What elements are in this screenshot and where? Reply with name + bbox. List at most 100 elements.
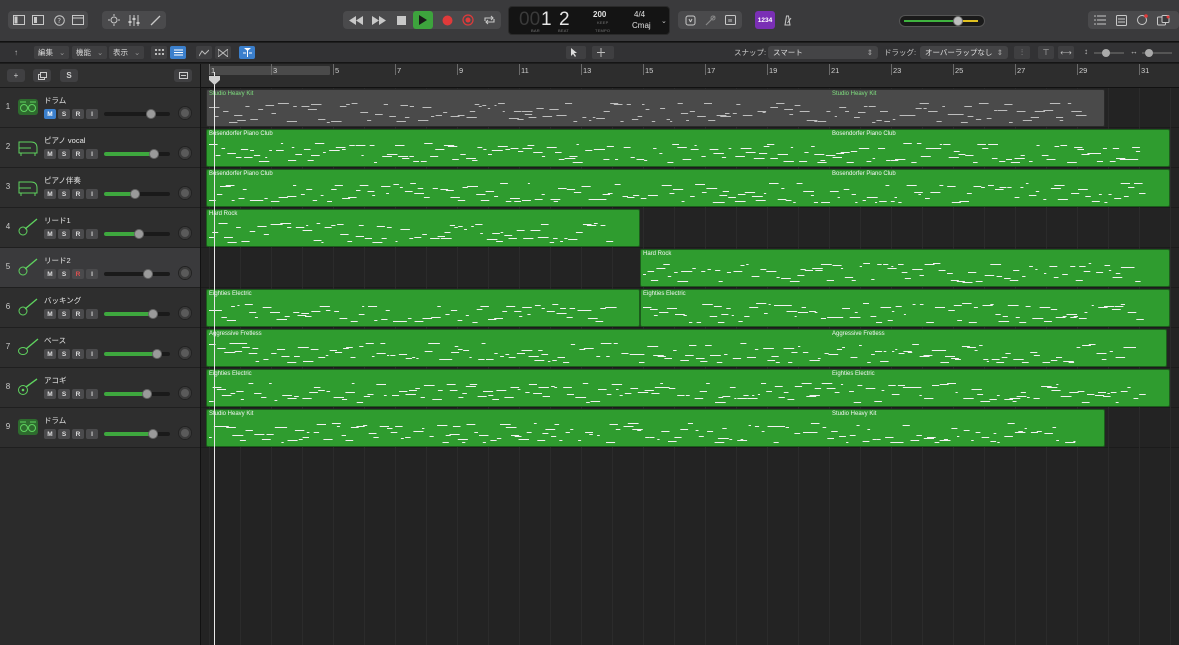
solo-button[interactable]: S — [58, 109, 70, 119]
track-name[interactable]: バッキング — [44, 295, 81, 306]
chevron-down-icon[interactable]: ⌄ — [661, 17, 667, 25]
track-header[interactable]: 2 ピアノ vocal M S R I — [0, 128, 200, 168]
mixer-icon[interactable] — [124, 11, 144, 29]
edit-menu[interactable]: 編集 ⌄ — [34, 46, 70, 59]
midi-region[interactable]: Eighties Electric Eighties Electric — [206, 369, 1171, 407]
grid-view-icon[interactable] — [151, 46, 167, 59]
acoustic-guitar-icon[interactable] — [16, 374, 40, 400]
pan-knob[interactable] — [178, 426, 192, 440]
midi-region[interactable]: Studio Heavy Kit Studio Heavy Kit — [206, 89, 1105, 127]
mute-button[interactable]: M — [44, 229, 56, 239]
fast-forward-icon[interactable] — [369, 11, 389, 29]
count-in-badge[interactable]: 1234 — [755, 11, 775, 29]
solo-button[interactable]: S — [58, 269, 70, 279]
midi-region[interactable]: Bosendorfer Piano Club Bosendorfer Piano … — [206, 129, 1171, 167]
record-enable-button[interactable]: R — [72, 229, 84, 239]
up-arrow-icon[interactable]: ↑ — [8, 46, 24, 59]
rewind-icon[interactable] — [346, 11, 366, 29]
flex-icon[interactable] — [215, 46, 231, 59]
loop-browser-icon[interactable] — [1132, 11, 1152, 29]
count-in-icon[interactable] — [680, 11, 700, 29]
track-name[interactable]: リード1 — [44, 215, 71, 226]
volume-fader[interactable] — [102, 189, 172, 199]
record-enable-button[interactable]: R — [72, 309, 84, 319]
catch-playhead-icon[interactable] — [239, 46, 255, 59]
replace-record-icon[interactable] — [458, 11, 478, 29]
stop-icon[interactable] — [391, 11, 411, 29]
list-view-icon[interactable] — [170, 46, 186, 59]
snap-select[interactable]: スマート ⇕ — [768, 46, 878, 59]
record-icon[interactable] — [437, 11, 457, 29]
track-header[interactable]: 6 バッキング M S R I — [0, 288, 200, 328]
input-monitor-button[interactable]: I — [86, 429, 98, 439]
pan-knob[interactable] — [178, 106, 192, 120]
record-enable-button[interactable]: R — [72, 109, 84, 119]
guitar-icon[interactable] — [16, 294, 40, 320]
volume-fader-knob[interactable] — [142, 389, 152, 399]
volume-fader[interactable] — [102, 149, 172, 159]
input-monitor-button[interactable]: I — [86, 349, 98, 359]
toolbar-toggle-icon[interactable] — [68, 11, 88, 29]
tracks-area[interactable]: Studio Heavy Kit Studio Heavy Kit Bosendor… — [201, 88, 1179, 645]
input-monitor-button[interactable]: I — [86, 229, 98, 239]
pan-knob[interactable] — [178, 386, 192, 400]
piano-icon[interactable] — [16, 174, 40, 200]
guitar-icon[interactable] — [16, 214, 40, 240]
pan-knob[interactable] — [178, 146, 192, 160]
track-header[interactable]: 4 リード1 M S R I — [0, 208, 200, 248]
piano-icon[interactable] — [16, 134, 40, 160]
record-enable-button[interactable]: R — [72, 189, 84, 199]
crosshair-tool-icon[interactable] — [592, 46, 614, 59]
volume-fader-knob[interactable] — [152, 349, 162, 359]
track-name[interactable]: ベース — [44, 335, 66, 346]
mute-button[interactable]: M — [44, 149, 56, 159]
volume-fader-knob[interactable] — [130, 189, 140, 199]
track-header[interactable]: 9 ドラム M S R I — [0, 408, 200, 448]
list-editor-icon[interactable]: ≡ — [720, 11, 740, 29]
volume-fader-knob[interactable] — [148, 309, 158, 319]
solo-button[interactable]: S — [58, 229, 70, 239]
midi-region[interactable]: Eighties Electric — [206, 289, 640, 327]
input-monitor-button[interactable]: I — [86, 389, 98, 399]
midi-region[interactable]: Bosendorfer Piano Club Bosendorfer Piano … — [206, 169, 1171, 207]
duplicate-track-icon[interactable] — [33, 69, 51, 82]
inspector-icon[interactable] — [28, 11, 48, 29]
automation-icon[interactable] — [196, 46, 212, 59]
add-track-button[interactable]: + — [7, 69, 25, 82]
cycle-icon[interactable] — [479, 11, 499, 29]
solo-button[interactable]: S — [58, 349, 70, 359]
play-button[interactable] — [413, 11, 433, 29]
record-enable-button[interactable]: R — [72, 389, 84, 399]
track-header[interactable]: 5 リード2 M S R I — [0, 248, 200, 288]
input-monitor-button[interactable]: I — [86, 109, 98, 119]
midi-region[interactable]: Aggressive Fretless Aggressive Fretless — [206, 329, 1167, 367]
cycle-area[interactable] — [210, 66, 330, 75]
horizontal-zoom-slider[interactable] — [1142, 49, 1172, 57]
input-monitor-button[interactable]: I — [86, 309, 98, 319]
pan-knob[interactable] — [178, 266, 192, 280]
volume-fader[interactable] — [102, 389, 172, 399]
drag-select[interactable]: オーバーラップなし ⇕ — [920, 46, 1008, 59]
volume-fader[interactable] — [102, 269, 172, 279]
quick-help-icon[interactable]: ? — [49, 11, 69, 29]
mute-button[interactable]: M — [44, 189, 56, 199]
mute-button[interactable]: M — [44, 109, 56, 119]
solo-button[interactable]: S — [58, 429, 70, 439]
mute-button[interactable]: M — [44, 309, 56, 319]
playhead[interactable] — [214, 72, 215, 645]
tuner-icon[interactable] — [700, 11, 720, 29]
input-monitor-button[interactable]: I — [86, 189, 98, 199]
solo-button[interactable]: S — [58, 189, 70, 199]
record-enable-button[interactable]: R — [72, 269, 84, 279]
record-enable-button[interactable]: R — [72, 149, 84, 159]
volume-fader[interactable] — [102, 109, 172, 119]
track-header[interactable]: 7 ベース M S R I — [0, 328, 200, 368]
drum-kit-icon[interactable] — [16, 414, 40, 440]
guitar-icon[interactable] — [16, 254, 40, 280]
pan-knob[interactable] — [178, 226, 192, 240]
global-solo-button[interactable]: S — [60, 69, 78, 82]
drum-kit-icon[interactable] — [16, 94, 40, 120]
pointer-tool-icon[interactable] — [566, 46, 586, 59]
browsers-icon[interactable] — [1153, 11, 1173, 29]
library-icon[interactable] — [9, 11, 29, 29]
